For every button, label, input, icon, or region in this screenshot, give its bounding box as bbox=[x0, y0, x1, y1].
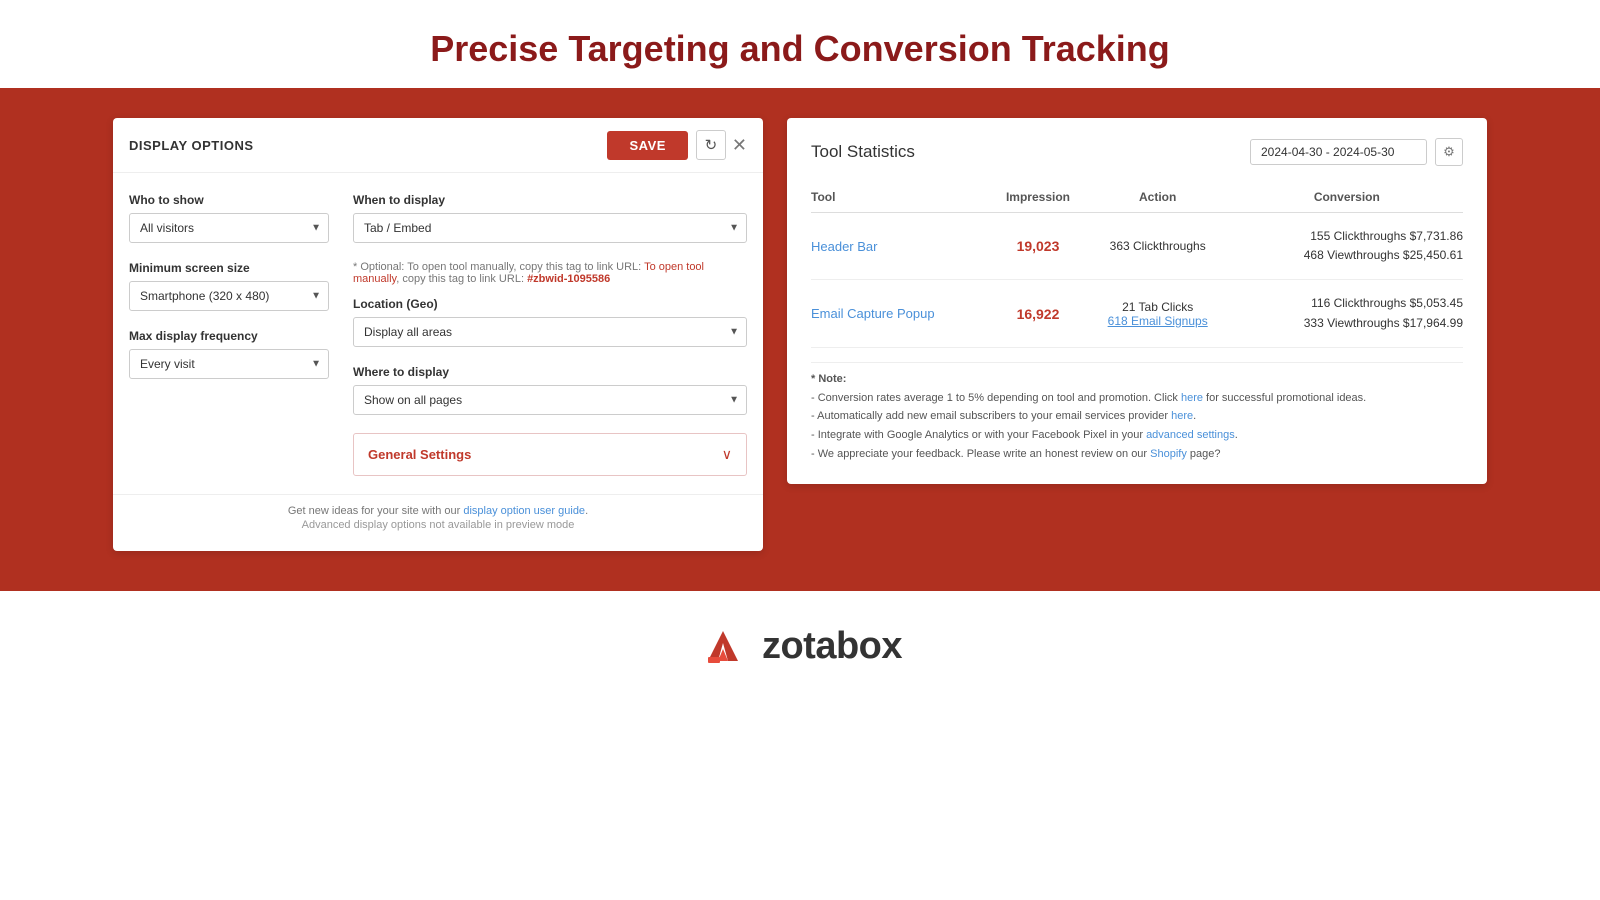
here-link-1[interactable]: here bbox=[1181, 392, 1203, 404]
stats-header: Tool Statistics ⚙ bbox=[811, 138, 1463, 166]
display-option-user-guide-link[interactable]: display option user guide bbox=[463, 505, 585, 517]
note-line-1: - Conversion rates average 1 to 5% depen… bbox=[811, 389, 1463, 408]
panel-header: DISPLAY OPTIONS SAVE ↻ ✕ bbox=[113, 118, 763, 173]
note-line-2: - Automatically add new email subscriber… bbox=[811, 407, 1463, 426]
table-row: Header Bar 19,023 363 Clickthroughs 155 … bbox=[811, 213, 1463, 280]
who-to-show-wrapper: All visitors New visitors Returning visi… bbox=[129, 213, 329, 243]
chevron-down-icon: ∨ bbox=[722, 446, 732, 463]
min-screen-select[interactable]: Smartphone (320 x 480) Tablet (768 x 102… bbox=[129, 281, 329, 311]
tag-text: #zbwid-1095586 bbox=[527, 273, 610, 285]
table-row: Email Capture Popup 16,922 21 Tab Clicks… bbox=[811, 280, 1463, 347]
col-header-tool: Tool bbox=[811, 182, 991, 213]
col-header-conversion: Conversion bbox=[1231, 182, 1463, 213]
col-header-impression: Impression bbox=[991, 182, 1084, 213]
header-bar-impression: 19,023 bbox=[1017, 238, 1060, 254]
notes-title: * Note: bbox=[811, 373, 1463, 385]
who-to-show-select[interactable]: All visitors New visitors Returning visi… bbox=[129, 213, 329, 243]
advanced-settings-link[interactable]: advanced settings bbox=[1146, 429, 1235, 441]
panel-title: DISPLAY OPTIONS bbox=[129, 138, 607, 153]
where-to-display-wrapper: Show on all pages Specific pages ▼ bbox=[353, 385, 747, 415]
min-screen-wrapper: Smartphone (320 x 480) Tablet (768 x 102… bbox=[129, 281, 329, 311]
where-to-display-label: Where to display bbox=[353, 365, 747, 379]
email-capture-impression: 16,922 bbox=[1017, 306, 1060, 322]
gear-button[interactable]: ⚙ bbox=[1435, 138, 1463, 166]
email-capture-action: 21 Tab Clicks 618 Email Signups bbox=[1085, 280, 1231, 347]
notes-list: - Conversion rates average 1 to 5% depen… bbox=[811, 389, 1463, 464]
stats-title: Tool Statistics bbox=[811, 142, 915, 162]
email-capture-link[interactable]: Email Capture Popup bbox=[811, 306, 935, 321]
when-to-display-select[interactable]: Tab / Embed Immediately After delay bbox=[353, 213, 747, 243]
location-geo-select[interactable]: Display all areas Specific countries bbox=[353, 317, 747, 347]
general-settings-label: General Settings bbox=[368, 447, 471, 462]
zotabox-logo-text: zotabox bbox=[762, 625, 902, 668]
email-capture-conversion: 116 Clickthroughs $5,053.45 333 Viewthro… bbox=[1231, 280, 1463, 347]
location-geo-wrapper: Display all areas Specific countries ▼ bbox=[353, 317, 747, 347]
note-line-3: - Integrate with Google Analytics or wit… bbox=[811, 426, 1463, 445]
date-range-box: ⚙ bbox=[1250, 138, 1463, 166]
footer-note: Advanced display options not available i… bbox=[129, 519, 747, 531]
email-signups-link[interactable]: 618 Email Signups bbox=[1108, 314, 1208, 328]
right-column: When to display Tab / Embed Immediately … bbox=[353, 193, 747, 476]
date-range-input[interactable] bbox=[1250, 139, 1427, 165]
where-to-display-select[interactable]: Show on all pages Specific pages bbox=[353, 385, 747, 415]
here-link-2[interactable]: here bbox=[1171, 410, 1193, 422]
left-column: Who to show All visitors New visitors Re… bbox=[129, 193, 329, 476]
note-line-4: - We appreciate your feedback. Please wr… bbox=[811, 445, 1463, 464]
location-geo-label: Location (Geo) bbox=[353, 297, 747, 311]
stats-panel: Tool Statistics ⚙ Tool Impression Action… bbox=[787, 118, 1487, 484]
footer-text: Get new ideas for your site with our dis… bbox=[129, 505, 747, 517]
max-freq-label: Max display frequency bbox=[129, 329, 329, 343]
header-bar-action: 363 Clickthroughs bbox=[1085, 213, 1231, 280]
bottom-section: zotabox bbox=[0, 591, 1600, 701]
stats-table: Tool Impression Action Conversion Header… bbox=[811, 182, 1463, 348]
max-freq-wrapper: Every visit Once per session Once per da… bbox=[129, 349, 329, 379]
header-bar-link[interactable]: Header Bar bbox=[811, 239, 877, 254]
page-header: Precise Targeting and Conversion Trackin… bbox=[0, 0, 1600, 88]
shopify-link[interactable]: Shopify bbox=[1150, 448, 1187, 460]
save-button[interactable]: SAVE bbox=[607, 131, 687, 160]
close-button[interactable]: ✕ bbox=[732, 135, 747, 156]
panel-footer: Get new ideas for your site with our dis… bbox=[113, 494, 763, 535]
display-options-panel: DISPLAY OPTIONS SAVE ↻ ✕ Who to show All… bbox=[113, 118, 763, 551]
who-to-show-label: Who to show bbox=[129, 193, 329, 207]
zotabox-logo-icon bbox=[698, 621, 748, 671]
header-bar-conversion: 155 Clickthroughs $7,731.86 468 Viewthro… bbox=[1231, 213, 1463, 280]
general-settings-row[interactable]: General Settings ∨ bbox=[353, 433, 747, 476]
col-header-action: Action bbox=[1085, 182, 1231, 213]
refresh-button[interactable]: ↻ bbox=[696, 130, 726, 160]
when-to-display-label: When to display bbox=[353, 193, 747, 207]
min-screen-label: Minimum screen size bbox=[129, 261, 329, 275]
panel-body: Who to show All visitors New visitors Re… bbox=[113, 173, 763, 486]
red-section: DISPLAY OPTIONS SAVE ↻ ✕ Who to show All… bbox=[0, 88, 1600, 591]
page-title: Precise Targeting and Conversion Trackin… bbox=[0, 28, 1600, 70]
when-to-display-wrapper: Tab / Embed Immediately After delay ▼ bbox=[353, 213, 747, 243]
optional-text: * Optional: To open tool manually, copy … bbox=[353, 261, 747, 285]
stats-notes: * Note: - Conversion rates average 1 to … bbox=[811, 362, 1463, 464]
max-freq-select[interactable]: Every visit Once per session Once per da… bbox=[129, 349, 329, 379]
